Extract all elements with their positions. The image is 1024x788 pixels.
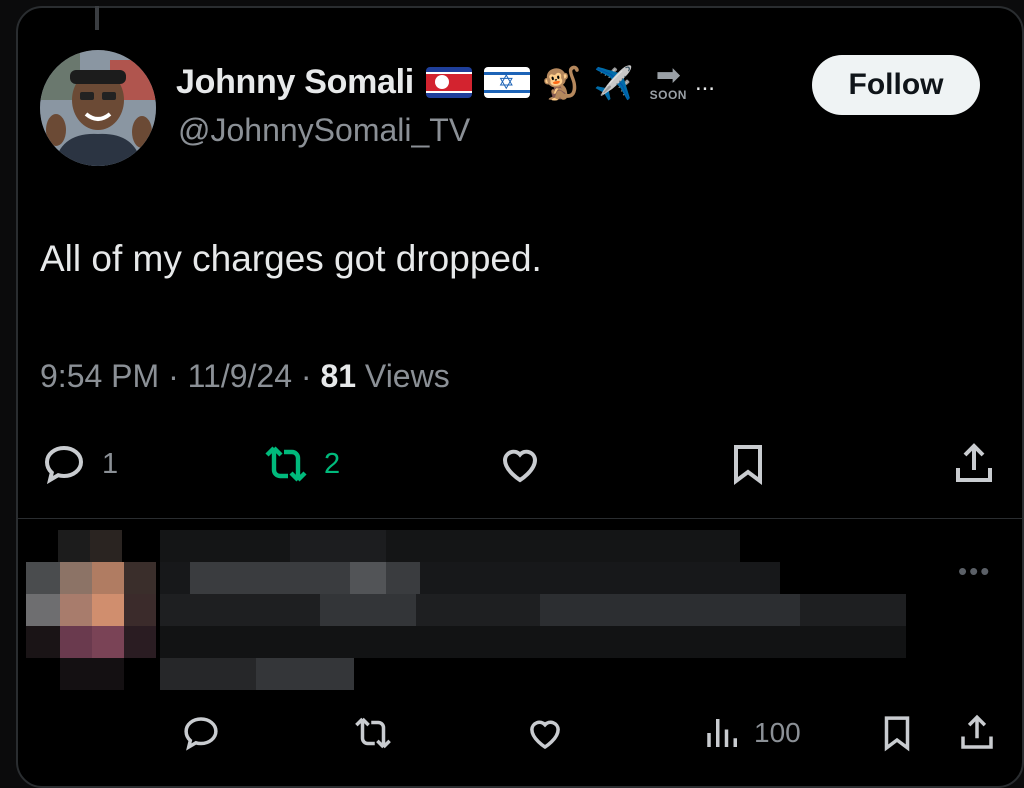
- views-icon: [707, 719, 737, 747]
- retweet-icon: [265, 446, 307, 482]
- follow-button[interactable]: Follow: [812, 55, 980, 115]
- like-icon: [502, 449, 538, 483]
- share-button[interactable]: [950, 440, 998, 488]
- views-count: 81: [320, 358, 357, 394]
- reply-button[interactable]: 1: [40, 440, 118, 488]
- divider: [18, 518, 1022, 519]
- reply-icon: [44, 445, 84, 485]
- author-row: Johnny Somali 🐒 ✈️ ➡ SOON ...: [176, 58, 715, 102]
- author-name[interactable]: Johnny Somali: [176, 63, 414, 102]
- reply-like-button[interactable]: [524, 712, 566, 754]
- bookmark-icon: [734, 445, 762, 485]
- monkey-emoji-icon: 🐒: [541, 64, 582, 101]
- thread-line: [95, 6, 99, 30]
- reply-retweet-button[interactable]: [352, 712, 394, 754]
- reply-reply-button[interactable]: [180, 712, 222, 754]
- share-icon: [956, 443, 992, 482]
- reply-share-button[interactable]: [956, 712, 998, 754]
- reply-views-button[interactable]: 100: [702, 712, 801, 754]
- reply-bookmark-button[interactable]: [876, 712, 918, 754]
- airplane-emoji-icon: ✈️: [593, 64, 634, 101]
- tweet-date[interactable]: 11/9/24: [188, 358, 292, 394]
- like-icon: [530, 720, 560, 750]
- retweet-button[interactable]: 2: [262, 440, 340, 488]
- meta-separator: ·: [168, 358, 179, 394]
- north-korea-flag-icon: [425, 67, 472, 98]
- soon-label: SOON: [649, 87, 687, 102]
- soon-arrow-icon: ➡ SOON: [649, 58, 687, 102]
- reply-count: 1: [102, 447, 119, 480]
- reply-icon: [184, 717, 218, 751]
- bookmark-icon: [884, 716, 910, 752]
- reply-actions: 100: [0, 712, 1024, 762]
- retweet-count: 2: [324, 447, 341, 480]
- avatar-image: [40, 50, 156, 166]
- retweet-icon: [355, 717, 391, 749]
- author-handle[interactable]: @JohnnySomali_TV: [178, 112, 470, 149]
- tweet-time[interactable]: 9:54 PM: [40, 358, 159, 394]
- views-label: Views: [364, 358, 450, 394]
- tweet-text: All of my charges got dropped.: [40, 238, 542, 279]
- avatar[interactable]: [40, 50, 156, 166]
- reply-more-icon[interactable]: •••: [958, 556, 991, 587]
- like-button[interactable]: [496, 440, 544, 488]
- share-icon: [961, 714, 993, 749]
- israel-flag-icon: [483, 67, 530, 98]
- tweet-meta: 9:54 PM · 11/9/24 · 81 Views: [40, 358, 450, 395]
- name-ellipsis: ...: [694, 68, 715, 96]
- tweet-actions: 1 2: [0, 440, 1024, 500]
- bookmark-button[interactable]: [724, 440, 772, 488]
- reply-views-count: 100: [754, 717, 801, 748]
- meta-separator: ·: [300, 358, 312, 394]
